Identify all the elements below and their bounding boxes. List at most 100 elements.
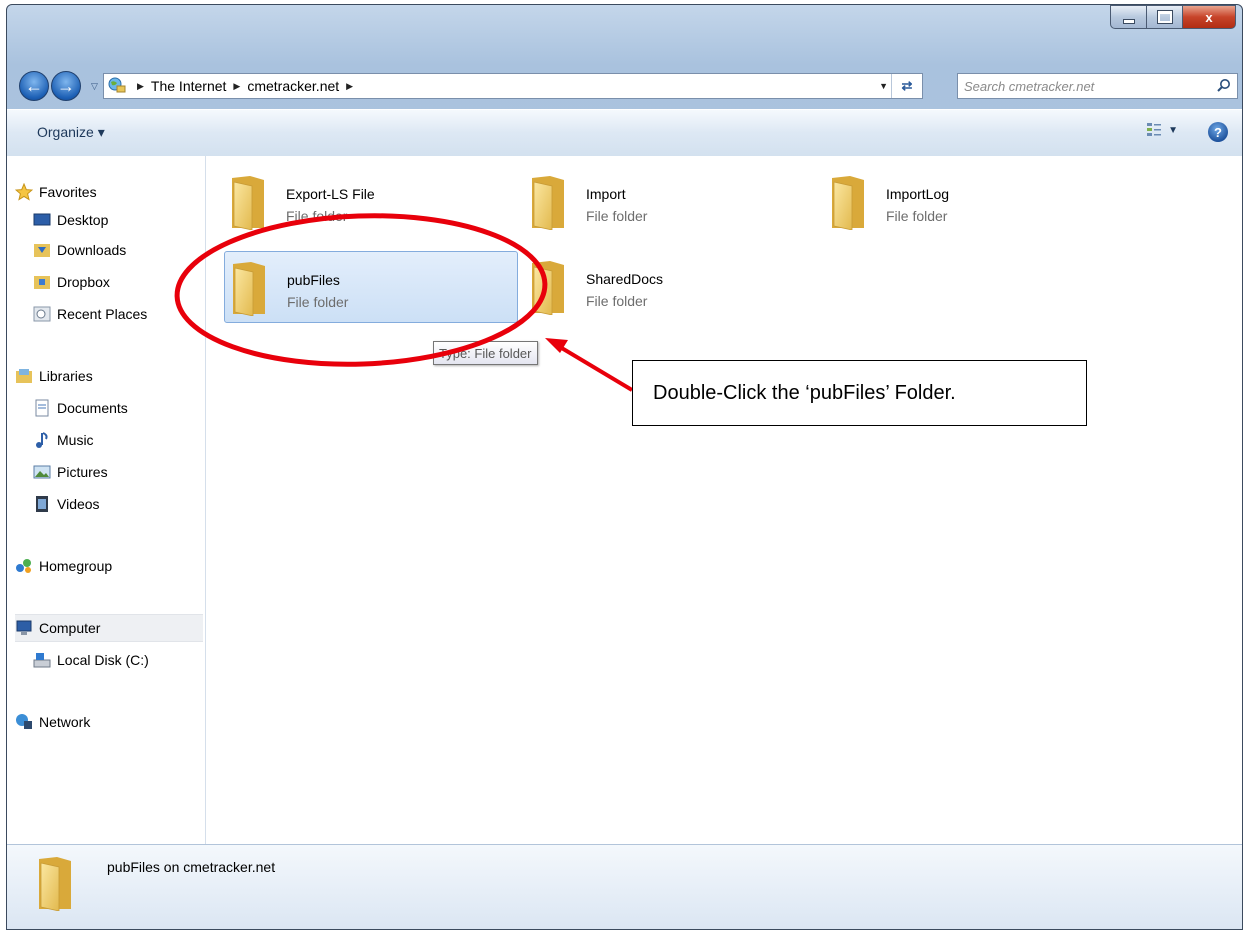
sidebar-item-videos[interactable]: Videos	[33, 490, 229, 518]
command-bar: Organize ▾ ▼ ?	[7, 109, 1242, 157]
sidebar-item-label: Dropbox	[57, 274, 110, 290]
close-icon: x	[1205, 9, 1213, 25]
sidebar-item-label: Computer	[39, 620, 101, 636]
details-pane: pubFiles on cmetracker.net	[7, 844, 1242, 929]
type-tooltip: Type: File folder	[433, 341, 538, 365]
sidebar-item-label: Videos	[57, 496, 100, 512]
sidebar-item-label: Recent Places	[57, 306, 148, 322]
folder-name: SharedDocs	[586, 271, 664, 287]
computer-icon	[16, 620, 32, 635]
sidebar-item-desktop[interactable]: Desktop	[33, 206, 229, 234]
folder-tile-import[interactable]: Import File folder	[524, 166, 818, 238]
folder-icon	[530, 174, 566, 230]
folder-name: Import	[586, 186, 626, 202]
minimize-button[interactable]	[1110, 5, 1146, 29]
libraries-icon	[16, 369, 32, 383]
folder-type: File folder	[286, 208, 348, 224]
sidebar-item-dropbox[interactable]: Dropbox	[33, 268, 229, 296]
sidebar-item-label: Local Disk (C:)	[57, 652, 149, 668]
folder-type: File folder	[586, 293, 648, 309]
caption-buttons: x	[1110, 5, 1236, 29]
sidebar-item-label: Libraries	[39, 368, 93, 384]
folder-icon	[231, 260, 267, 316]
folder-icon	[37, 855, 73, 911]
view-options-icon	[1147, 123, 1162, 136]
folder-icon	[230, 174, 266, 230]
star-icon	[15, 183, 33, 201]
videos-icon	[36, 496, 48, 512]
file-list: Export-LS File File folder Import File f…	[206, 156, 1242, 845]
folder-type: File folder	[287, 294, 349, 310]
sidebar-item-label: Documents	[57, 400, 128, 416]
back-button[interactable]: ←	[19, 71, 49, 101]
sidebar-item-local-disk[interactable]: Local Disk (C:)	[33, 646, 229, 674]
navigation-pane: Favorites Desktop Downloads Dropbox Rece…	[7, 156, 206, 845]
sidebar-item-label: Favorites	[39, 184, 97, 200]
sidebar-item-recent-places[interactable]: Recent Places	[33, 300, 229, 328]
search-icon[interactable]	[1217, 78, 1231, 92]
maximize-button[interactable]	[1146, 5, 1182, 29]
sidebar-item-pictures[interactable]: Pictures	[33, 458, 229, 486]
close-button[interactable]: x	[1182, 5, 1236, 29]
folder-icon	[530, 259, 566, 315]
folder-tile-shareddocs[interactable]: SharedDocs File folder	[524, 251, 818, 323]
sidebar-item-label: Pictures	[57, 464, 108, 480]
pictures-icon	[33, 465, 51, 479]
recent-places-icon	[33, 306, 51, 322]
sidebar-item-favorites[interactable]: Favorites	[15, 178, 211, 206]
title-bar[interactable]: x	[7, 5, 1242, 53]
local-disk-icon	[33, 653, 51, 668]
organize-button[interactable]: Organize ▾	[37, 124, 105, 141]
breadcrumb-separator-icon[interactable]: ▶	[137, 81, 144, 92]
recent-pages-dropdown[interactable]: ▽	[91, 81, 98, 92]
search-input[interactable]: Search cmetracker.net	[957, 73, 1238, 99]
sidebar-item-music[interactable]: Music	[33, 426, 229, 454]
minimize-icon	[1122, 18, 1135, 24]
sidebar-item-downloads[interactable]: Downloads	[33, 236, 229, 264]
address-history-dropdown[interactable]: ▼	[879, 81, 888, 91]
desktop-icon	[33, 213, 51, 226]
address-bar[interactable]: ▶ The Internet ▶ cmetracker.net ▶ ▼ ⇄	[103, 73, 923, 99]
sidebar-item-network[interactable]: Network	[15, 708, 211, 736]
forward-button[interactable]: →	[51, 71, 81, 101]
folder-tile-pubfiles[interactable]: pubFiles File folder	[224, 251, 518, 323]
breadcrumb-the-internet[interactable]: The Internet	[151, 78, 227, 94]
folder-type: File folder	[586, 208, 648, 224]
help-button[interactable]: ?	[1208, 122, 1228, 142]
folder-type: File folder	[886, 208, 948, 224]
change-view-button[interactable]: ▼	[1146, 122, 1178, 138]
sidebar-item-label: Downloads	[57, 242, 127, 258]
address-row: ← → ▽ ▶ The Internet ▶ cmetracker.net ▶ …	[7, 67, 1242, 107]
folder-icon	[830, 174, 866, 230]
sidebar-item-computer[interactable]: Computer	[15, 614, 203, 642]
folder-name: ImportLog	[886, 186, 950, 202]
maximize-icon	[1156, 10, 1173, 24]
sidebar-item-label: Music	[57, 432, 94, 448]
downloads-folder-icon	[34, 244, 50, 257]
breadcrumb-separator-icon[interactable]: ▶	[346, 81, 353, 92]
network-icon	[16, 714, 32, 729]
sidebar-item-label: Desktop	[57, 212, 109, 228]
music-icon	[36, 432, 48, 448]
breadcrumb-separator-icon[interactable]: ▶	[233, 81, 240, 92]
sidebar-item-documents[interactable]: Documents	[33, 394, 229, 422]
folder-name: pubFiles	[287, 272, 340, 288]
instruction-callout: Double-Click the ‘pubFiles’ Folder.	[632, 360, 1087, 426]
chevron-down-icon: ▼	[1168, 124, 1178, 136]
documents-icon	[35, 399, 49, 417]
help-icon: ?	[1214, 124, 1222, 140]
sidebar-item-label: Network	[39, 714, 91, 730]
folder-tile-importlog[interactable]: ImportLog File folder	[824, 166, 1118, 238]
sidebar-item-homegroup[interactable]: Homegroup	[15, 552, 211, 580]
folder-name: Export-LS File	[286, 186, 375, 202]
internet-location-icon	[108, 77, 126, 93]
breadcrumb-cmetracker[interactable]: cmetracker.net	[247, 78, 339, 94]
refresh-icon: ⇄	[901, 78, 913, 93]
sidebar-item-libraries[interactable]: Libraries	[15, 362, 211, 390]
homegroup-icon	[16, 559, 31, 573]
sidebar-item-label: Homegroup	[39, 558, 113, 574]
explorer-window: x ← → ▽ ▶ The Internet ▶ cmetracker.net …	[6, 4, 1243, 930]
folder-tile-export-ls-file[interactable]: Export-LS File File folder	[224, 166, 518, 238]
details-text: pubFiles on cmetracker.net	[107, 859, 276, 875]
refresh-button[interactable]: ⇄	[891, 74, 922, 98]
